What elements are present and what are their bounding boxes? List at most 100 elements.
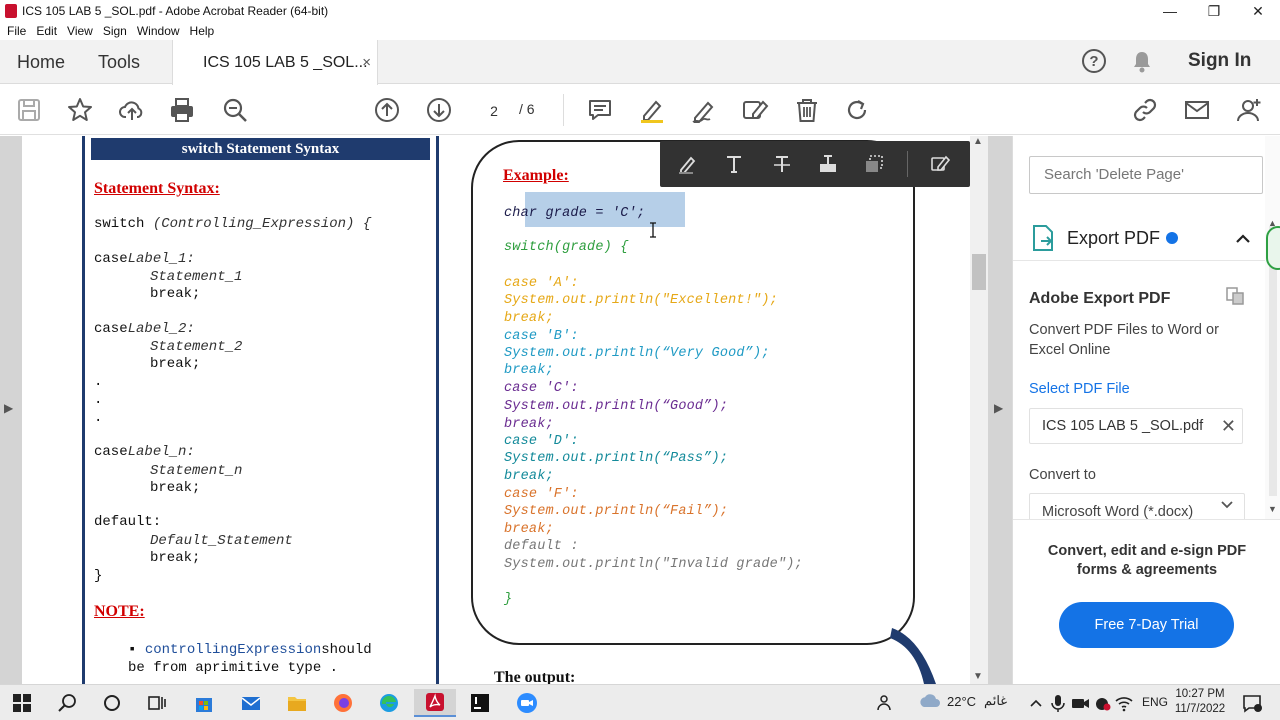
tab-tools[interactable]: Tools (98, 40, 140, 84)
chevron-down-icon[interactable] (1220, 500, 1234, 510)
case-keyword: case (94, 251, 128, 267)
highlight-text-icon[interactable] (676, 152, 700, 176)
email-icon[interactable] (1182, 95, 1212, 125)
collapse-right-panel-icon[interactable]: ▶ (994, 401, 1003, 415)
intellij-icon[interactable] (466, 689, 494, 717)
switch-account-icon[interactable] (1225, 286, 1245, 306)
edit-text-icon[interactable] (928, 152, 952, 176)
firefox-icon[interactable] (329, 689, 357, 717)
menu-file[interactable]: File (7, 24, 26, 38)
add-text-icon[interactable] (722, 152, 746, 176)
file-explorer-icon[interactable] (283, 689, 311, 717)
code-line: default : (504, 539, 579, 554)
windows-start-icon[interactable] (8, 689, 36, 717)
menu-edit[interactable]: Edit (36, 24, 57, 38)
info-badge-icon (1166, 232, 1179, 244)
tab-document[interactable]: ICS 105 LAB 5 _SOL... × (172, 40, 378, 85)
bookmark-star-icon[interactable] (65, 95, 95, 125)
scroll-down-icon[interactable]: ▼ (1268, 504, 1277, 514)
export-pdf-header[interactable]: Export PDF (1029, 216, 1265, 260)
acrobat-taskbar-icon[interactable] (414, 689, 456, 717)
code-line: break; (504, 522, 554, 537)
search-icon[interactable] (54, 689, 82, 717)
edge-icon[interactable] (375, 689, 403, 717)
output-label: The output: (494, 669, 576, 684)
weather-widget[interactable]: 22°C غائم (918, 693, 1007, 709)
zoom-icon[interactable] (513, 689, 541, 717)
close-tab-icon[interactable]: × (362, 54, 371, 71)
syntax-header: switch Statement Syntax (91, 138, 430, 160)
delete-trash-icon[interactable] (792, 95, 822, 125)
adobe-export-title: Adobe Export PDF (1029, 290, 1171, 307)
close-window-button[interactable]: ✕ (1236, 0, 1280, 22)
page-count: / 6 (519, 101, 535, 117)
scrollbar-thumb[interactable] (972, 254, 986, 290)
note-keyword: controllingExpression (144, 642, 322, 658)
previous-page-icon[interactable] (372, 95, 402, 125)
search-tools-input[interactable]: Search 'Delete Page' (1029, 156, 1263, 194)
floating-assistant-button[interactable] (1266, 226, 1280, 270)
scroll-up-icon[interactable]: ▲ (973, 136, 983, 147)
code-line: case 'B': (504, 329, 579, 344)
edit-pdf-icon[interactable] (740, 95, 770, 125)
syntax-line: } (94, 568, 103, 584)
page-number-input[interactable]: 2 (477, 97, 511, 123)
minimize-button[interactable]: — (1148, 0, 1192, 22)
next-page-icon[interactable] (424, 95, 454, 125)
code-line[interactable]: char grade = 'C'; (504, 206, 645, 221)
menu-view[interactable]: View (67, 24, 93, 38)
mail-icon[interactable] (237, 689, 265, 717)
sign-in-button[interactable]: Sign In (1188, 50, 1251, 72)
format-dropdown[interactable]: Microsoft Word (*.docx) (1029, 493, 1245, 519)
strikethrough-icon[interactable] (770, 152, 794, 176)
zoom-search-icon[interactable] (220, 95, 250, 125)
system-clock[interactable]: 10:27 PM 11/7/2022 (1166, 687, 1234, 717)
help-icon[interactable]: ? (1082, 49, 1106, 73)
replace-text-icon[interactable] (816, 152, 840, 176)
people-icon[interactable] (871, 689, 899, 717)
clear-file-icon[interactable]: ✕ (1221, 409, 1236, 443)
upload-cloud-icon[interactable] (117, 95, 147, 125)
note-line: be from aprimitive type . (128, 660, 339, 676)
notification-center-icon[interactable] (1238, 689, 1266, 717)
selected-file-field[interactable]: ICS 105 LAB 5 _SOL.pdf ✕ (1029, 408, 1243, 444)
select-pdf-file-link[interactable]: Select PDF File (1029, 381, 1130, 397)
save-icon[interactable] (14, 95, 44, 125)
syntax-line: default: (94, 514, 162, 530)
scroll-down-icon[interactable]: ▼ (973, 671, 983, 682)
fill-sign-icon[interactable] (689, 95, 719, 125)
menu-help[interactable]: Help (190, 24, 215, 38)
task-view-icon[interactable] (143, 689, 171, 717)
export-pdf-label: Export PDF (1067, 227, 1161, 248)
toolbar-divider (563, 94, 564, 126)
print-icon[interactable] (167, 95, 197, 125)
add-user-icon[interactable] (1234, 95, 1264, 125)
microsoft-store-icon[interactable] (190, 689, 218, 717)
pane-scrollbar[interactable]: ▲ ▼ (1265, 136, 1280, 519)
copy-text-icon[interactable] (862, 152, 886, 176)
restore-button[interactable]: ❐ (1192, 0, 1236, 22)
notification-bell-icon[interactable] (1131, 50, 1153, 74)
chevron-up-icon[interactable] (1235, 232, 1251, 244)
expand-left-panel-icon[interactable]: ▶ (4, 401, 13, 415)
note-heading: NOTE: (94, 603, 145, 620)
cortana-icon[interactable] (98, 689, 126, 717)
document-scrollbar[interactable]: ▲ ▼ (970, 136, 988, 684)
free-trial-button[interactable]: Free 7-Day Trial (1059, 602, 1234, 648)
code-line: System.out.println(“Very Good”); (504, 346, 770, 361)
note-text: should (321, 642, 372, 658)
menu-window[interactable]: Window (137, 24, 180, 38)
tab-home[interactable]: Home (17, 40, 65, 84)
code-line: break; (504, 363, 554, 378)
input-language[interactable]: ENG (1142, 695, 1168, 709)
menu-sign[interactable]: Sign (103, 24, 127, 38)
highlight-pen-icon[interactable] (637, 95, 667, 125)
temperature: 22°C (947, 693, 977, 709)
redo-rotate-icon[interactable] (842, 95, 872, 125)
wifi-icon[interactable] (1110, 689, 1138, 717)
document-viewport[interactable]: ▶ switch Statement Syntax Statement Synt… (0, 136, 1012, 684)
tools-pane: Search 'Delete Page' Export PDF Adobe Ex… (1012, 136, 1280, 684)
comment-icon[interactable] (585, 95, 615, 125)
share-link-icon[interactable] (1130, 95, 1160, 125)
syntax-line: Statement_1 (150, 269, 243, 285)
